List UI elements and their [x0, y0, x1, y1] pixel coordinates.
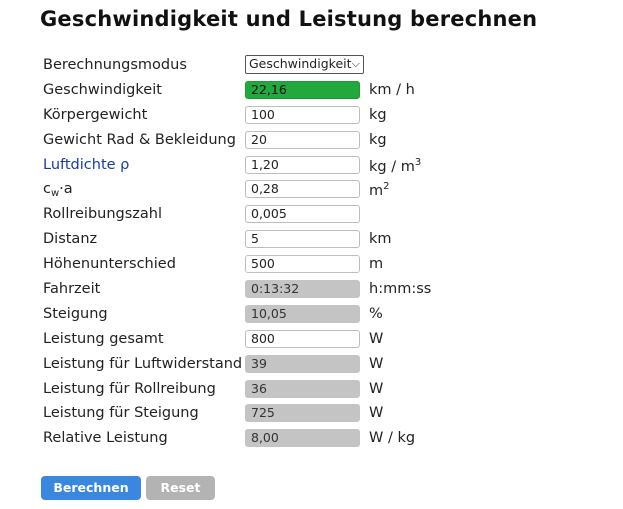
unit-gewicht-rad: kg: [369, 131, 387, 148]
reset-button[interactable]: Reset: [146, 476, 215, 500]
row-gewicht-rad: Gewicht Rad & Bekleidung 20 kg: [43, 130, 613, 155]
label-steigung: Steigung: [43, 305, 108, 322]
steigung-output: 10,05: [245, 304, 360, 323]
unit-koerpergewicht: kg: [369, 106, 387, 123]
label-hoehenunterschied: Höhenunterschied: [43, 256, 176, 273]
row-steigung: Steigung 10,05 %: [43, 304, 613, 329]
koerpergewicht-input[interactable]: 100: [245, 105, 360, 124]
row-leistung-gesamt: Leistung gesamt 800 W: [43, 329, 613, 354]
label-koerpergewicht: Körpergewicht: [43, 106, 148, 123]
chevron-down-icon: ⌵: [351, 57, 360, 70]
leistung-gesamt-input[interactable]: 800: [245, 329, 360, 348]
label-cwa: cw·a: [43, 181, 73, 199]
row-leistung-steigung: Leistung für Steigung 725 W: [43, 403, 613, 428]
unit-leistung-luftwiderstand: W: [369, 355, 384, 372]
rollreibungszahl-input[interactable]: 0,005: [245, 205, 360, 224]
label-relative-leistung: Relative Leistung: [43, 430, 168, 447]
unit-luftdichte-base: kg / m: [369, 158, 415, 175]
unit-cwa-exponent: 2: [383, 181, 390, 193]
row-distanz: Distanz 5 km: [43, 229, 613, 254]
unit-geschwindigkeit: km / h: [369, 81, 415, 98]
unit-leistung-rollreibung: W: [369, 380, 384, 397]
unit-leistung-steigung: W: [369, 405, 384, 422]
berechnungsmodus-select-value: Geschwindigkeit: [249, 56, 352, 71]
row-rollreibungszahl: Rollreibungszahl 0,005: [43, 204, 613, 229]
luftdichte-input[interactable]: 1,20: [245, 155, 360, 174]
unit-fahrzeit: h:mm:ss: [369, 281, 432, 298]
distanz-input[interactable]: 5: [245, 230, 360, 249]
label-distanz: Distanz: [43, 231, 98, 248]
relative-leistung-output: 8,00: [245, 429, 360, 448]
unit-luftdichte-exponent: 3: [414, 156, 422, 168]
page-title: Geschwindigkeit und Leistung berechnen: [40, 7, 538, 31]
label-berechnungsmodus: Berechnungsmodus: [43, 57, 187, 73]
leistung-luftwiderstand-output: 39: [245, 354, 360, 373]
unit-leistung-gesamt: W: [369, 330, 384, 347]
fahrzeit-output: 0:13:32: [245, 280, 360, 299]
unit-cwa: m2: [369, 181, 390, 199]
row-leistung-rollreibung: Leistung für Rollreibung 36 W: [43, 379, 613, 404]
row-koerpergewicht: Körpergewicht 100 kg: [43, 105, 613, 130]
cwa-input[interactable]: 0,28: [245, 180, 360, 199]
label-fahrzeit: Fahrzeit: [43, 281, 101, 298]
label-luftdichte-link[interactable]: Luftdichte ρ: [43, 157, 129, 173]
row-geschwindigkeit: Geschwindigkeit 22,16 km / h: [43, 80, 613, 105]
unit-relative-leistung: W / kg: [369, 430, 416, 447]
gewicht-rad-input[interactable]: 20: [245, 130, 360, 149]
leistung-steigung-output: 725: [245, 404, 360, 423]
calculator-form: Berechnungsmodus Geschwindigkeit ⌵ Gesch…: [43, 55, 613, 453]
label-cwa-subscript: w: [50, 188, 60, 200]
row-cwa: cw·a 0,28 m2: [43, 179, 613, 204]
row-hoehenunterschied: Höhenunterschied 500 m: [43, 254, 613, 279]
unit-luftdichte: kg / m3: [369, 157, 421, 175]
label-geschwindigkeit: Geschwindigkeit: [43, 81, 162, 98]
label-cwa-base: c: [43, 181, 51, 198]
label-gewicht-rad: Gewicht Rad & Bekleidung: [43, 131, 236, 148]
leistung-rollreibung-output: 36: [245, 379, 360, 398]
berechnen-button[interactable]: Berechnen: [41, 476, 141, 500]
label-leistung-gesamt: Leistung gesamt: [43, 330, 164, 347]
row-luftdichte: Luftdichte ρ 1,20 kg / m3: [43, 155, 613, 180]
unit-distanz: km: [369, 231, 392, 248]
row-leistung-luftwiderstand: Leistung für Luftwiderstand 39 W: [43, 354, 613, 379]
hoehenunterschied-input[interactable]: 500: [245, 255, 360, 274]
unit-steigung: %: [369, 305, 383, 322]
row-berechnungsmodus: Berechnungsmodus Geschwindigkeit ⌵: [43, 55, 613, 80]
berechnungsmodus-select[interactable]: Geschwindigkeit ⌵: [245, 55, 364, 74]
label-leistung-steigung: Leistung für Steigung: [43, 405, 199, 422]
unit-cwa-base: m: [369, 183, 384, 200]
unit-hoehenunterschied: m: [369, 256, 384, 273]
label-leistung-rollreibung: Leistung für Rollreibung: [43, 380, 216, 397]
label-rollreibungszahl: Rollreibungszahl: [43, 206, 163, 223]
row-relative-leistung: Relative Leistung 8,00 W / kg: [43, 428, 613, 453]
geschwindigkeit-input[interactable]: 22,16: [245, 80, 360, 99]
label-leistung-luftwiderstand: Leistung für Luftwiderstand: [43, 355, 243, 372]
label-cwa-tail: ·a: [59, 181, 73, 198]
row-fahrzeit: Fahrzeit 0:13:32 h:mm:ss: [43, 279, 613, 304]
